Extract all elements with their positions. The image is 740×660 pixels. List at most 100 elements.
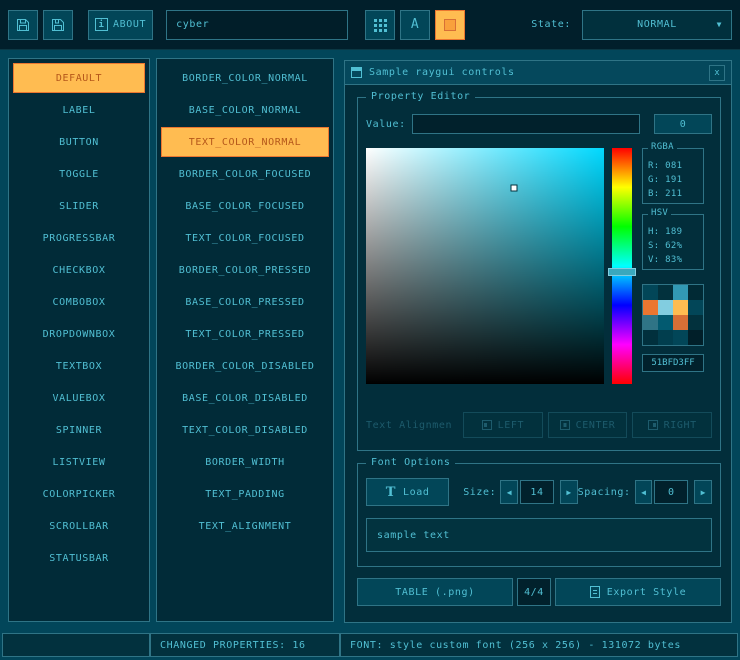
palette-swatch[interactable]: [673, 330, 688, 345]
properties-list-item[interactable]: TEXT_COLOR_NORMAL: [161, 127, 329, 157]
table-png-label: TABLE (.png): [395, 587, 474, 598]
properties-list-item[interactable]: BASE_COLOR_FOCUSED: [161, 191, 329, 221]
value-input[interactable]: [412, 114, 640, 134]
font-info-text: FONT: style custom font (256 x 256) - 13…: [350, 640, 681, 651]
rguistyler-app: i ABOUT A State: NORMAL ▼ DEFAULTLABELBU…: [0, 0, 740, 660]
properties-list-item[interactable]: BORDER_COLOR_DISABLED: [161, 351, 329, 381]
toolbar: i ABOUT A State: NORMAL ▼: [0, 0, 740, 50]
property-editor-label: Property Editor: [366, 91, 475, 102]
palette-swatch[interactable]: [658, 330, 673, 345]
controls-list-item[interactable]: VALUEBOX: [13, 383, 145, 413]
controls-list-item[interactable]: TEXTBOX: [13, 351, 145, 381]
properties-list-item[interactable]: BORDER_WIDTH: [161, 447, 329, 477]
color-panel[interactable]: [366, 148, 604, 384]
palette-swatch[interactable]: [643, 315, 658, 330]
state-dropdown-value: NORMAL: [637, 19, 677, 30]
hsv-h: H: 189: [648, 225, 698, 239]
controls-list-item[interactable]: DEFAULT: [13, 63, 145, 93]
align-left-button[interactable]: LEFT: [463, 412, 543, 438]
palette-swatch[interactable]: [658, 285, 673, 300]
controls-list-item[interactable]: COLORPICKER: [13, 479, 145, 509]
rgba-b: B: 211: [648, 187, 698, 201]
export-style-button[interactable]: Export Style: [555, 578, 721, 606]
controls-list-item[interactable]: CHECKBOX: [13, 255, 145, 285]
controls-list-item[interactable]: BUTTON: [13, 127, 145, 157]
save-style-as-button[interactable]: [43, 10, 73, 40]
properties-list-item[interactable]: BASE_COLOR_PRESSED: [161, 287, 329, 317]
palette-swatch[interactable]: [643, 285, 658, 300]
save-style-button[interactable]: [8, 10, 38, 40]
hue-slider-handle[interactable]: [608, 268, 636, 276]
properties-list-item[interactable]: TEXT_COLOR_DISABLED: [161, 415, 329, 445]
properties-list-item[interactable]: BASE_COLOR_NORMAL: [161, 95, 329, 125]
sample-controls-window: Sample raygui controls x Property Editor…: [344, 60, 732, 623]
style-table-button[interactable]: [365, 10, 395, 40]
hsv-label: HSV: [648, 208, 671, 218]
controls-list-item[interactable]: SPINNER: [13, 415, 145, 445]
properties-list-item[interactable]: BASE_COLOR_DISABLED: [161, 383, 329, 413]
size-decrease-button[interactable]: ◀: [500, 480, 518, 504]
about-button[interactable]: i ABOUT: [88, 10, 153, 40]
controls-list: DEFAULTLABELBUTTONTOGGLESLIDERPROGRESSBA…: [8, 58, 150, 622]
align-center-icon: [560, 420, 570, 430]
size-increase-button[interactable]: ▶: [560, 480, 578, 504]
controls-list-item[interactable]: SCROLLBAR: [13, 511, 145, 541]
rgba-group: RGBA R: 081 G: 191 B: 211: [642, 148, 704, 204]
changed-properties-text: CHANGED PROPERTIES: 16: [160, 640, 306, 651]
hex-color-value: 51BFD3FF: [651, 358, 694, 368]
sample-text-box[interactable]: sample text: [366, 518, 712, 552]
properties-list-item[interactable]: TEXT_PADDING: [161, 479, 329, 509]
properties-list-item[interactable]: BORDER_COLOR_FOCUSED: [161, 159, 329, 189]
hex-color-box[interactable]: 51BFD3FF: [642, 354, 704, 372]
palette-swatch[interactable]: [688, 315, 703, 330]
palette-swatch[interactable]: [673, 285, 688, 300]
palette-swatch[interactable]: [688, 285, 703, 300]
controls-list-item[interactable]: PROGRESSBAR: [13, 223, 145, 253]
color-picker: RGBA R: 081 G: 191 B: 211 HSV H: 189 S: …: [366, 148, 712, 384]
state-dropdown[interactable]: NORMAL ▼: [582, 10, 732, 40]
font-atlas-button[interactable]: A: [400, 10, 430, 40]
palette-swatch[interactable]: [673, 315, 688, 330]
spacing-increase-button[interactable]: ▶: [694, 480, 712, 504]
controls-list-item[interactable]: STATUSBAR: [13, 543, 145, 573]
value-row: Value: 0: [366, 114, 712, 134]
close-icon[interactable]: x: [709, 65, 725, 81]
text-alignment-row: Text Alignmen LEFTCENTERRIGHT: [366, 412, 712, 438]
palette-swatch[interactable]: [658, 300, 673, 315]
palette-swatch[interactable]: [688, 300, 703, 315]
align-right-button[interactable]: RIGHT: [632, 412, 712, 438]
palette-swatch[interactable]: [688, 330, 703, 345]
spacing-decrease-button[interactable]: ◀: [635, 480, 653, 504]
controls-list-item[interactable]: LISTVIEW: [13, 447, 145, 477]
font-options-group: Font Options T Load Size: ◀ 14 ▶ Spacing…: [357, 463, 721, 567]
properties-list-item[interactable]: BORDER_COLOR_PRESSED: [161, 255, 329, 285]
controls-list-item[interactable]: DROPDOWNBOX: [13, 319, 145, 349]
spacing-value-box[interactable]: 0: [654, 480, 688, 504]
sample-text: sample text: [377, 530, 450, 541]
load-font-label: Load: [403, 487, 429, 498]
palette-swatch[interactable]: [658, 315, 673, 330]
size-value-box[interactable]: 14: [520, 480, 554, 504]
properties-list-item[interactable]: TEXT_COLOR_PRESSED: [161, 319, 329, 349]
properties-list-item[interactable]: TEXT_COLOR_FOCUSED: [161, 223, 329, 253]
window-titlebar[interactable]: Sample raygui controls x: [345, 61, 731, 85]
table-png-button[interactable]: TABLE (.png): [357, 578, 513, 606]
controls-list-item[interactable]: TOGGLE: [13, 159, 145, 189]
color-panel-marker[interactable]: [510, 185, 517, 192]
hsv-v: V: 83%: [648, 253, 698, 267]
hue-bar[interactable]: [612, 148, 632, 384]
properties-list-item[interactable]: BORDER_COLOR_NORMAL: [161, 63, 329, 93]
load-font-button[interactable]: T Load: [366, 478, 449, 506]
controls-list-item[interactable]: SLIDER: [13, 191, 145, 221]
palette-swatch[interactable]: [673, 300, 688, 315]
value-box[interactable]: 0: [654, 114, 712, 134]
font-row: T Load Size: ◀ 14 ▶ Spacing: ◀ 0 ▶: [366, 478, 712, 506]
controls-list-item[interactable]: LABEL: [13, 95, 145, 125]
style-name-input[interactable]: [166, 10, 348, 40]
controls-list-item[interactable]: COMBOBOX: [13, 287, 145, 317]
palette-swatch[interactable]: [643, 300, 658, 315]
palette-swatch[interactable]: [643, 330, 658, 345]
align-center-button[interactable]: CENTER: [548, 412, 628, 438]
properties-list-item[interactable]: TEXT_ALIGNMENT: [161, 511, 329, 541]
style-color-button[interactable]: [435, 10, 465, 40]
